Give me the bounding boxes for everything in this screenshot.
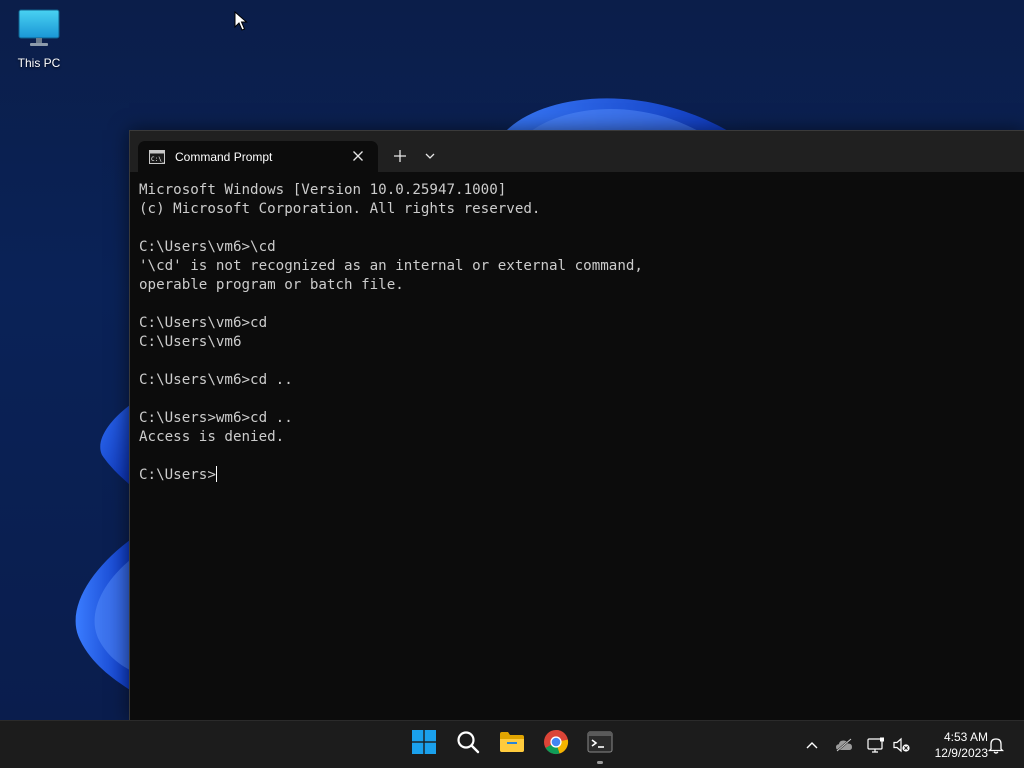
network-icon[interactable] xyxy=(867,736,885,754)
close-icon[interactable] xyxy=(350,148,366,164)
cmd-icon: C:\_ xyxy=(149,149,165,165)
chevron-up-icon[interactable] xyxy=(803,736,821,754)
chrome-button[interactable] xyxy=(541,729,571,759)
console-line: '\cd' is not recognized as an internal o… xyxy=(139,258,643,274)
clock-date: 12/9/2023 xyxy=(934,746,988,760)
chrome-icon xyxy=(543,729,569,759)
bell-icon[interactable] xyxy=(987,736,1005,754)
terminal-icon xyxy=(587,731,613,757)
desktop-icon-this-pc[interactable]: This PC xyxy=(10,8,68,78)
terminal-button[interactable] xyxy=(585,729,615,759)
folder-icon xyxy=(499,731,525,757)
prompt-text: C:\Users> xyxy=(139,467,216,483)
console-line: C:\Users\vm6>cd .. xyxy=(139,372,293,388)
monitor-icon xyxy=(17,8,61,52)
volume-muted-icon[interactable] xyxy=(893,736,911,754)
console-line: operable program or batch file. xyxy=(139,277,404,293)
file-explorer-button[interactable] xyxy=(497,729,527,759)
search-button[interactable] xyxy=(453,729,483,759)
running-indicator xyxy=(597,761,603,764)
desktop-icon-label: This PC xyxy=(17,56,61,70)
clock-time: 4:53 AM xyxy=(943,730,988,744)
prompt-line[interactable]: C:\Users> xyxy=(139,466,643,485)
console-area[interactable]: Microsoft Windows [Version 10.0.25947.10… xyxy=(130,172,1024,721)
console-line: Access is denied. xyxy=(139,429,285,445)
plus-icon[interactable] xyxy=(388,144,412,168)
console-output: Microsoft Windows [Version 10.0.25947.10… xyxy=(139,181,643,485)
system-clock[interactable]: 4:53 AM 12/9/2023 xyxy=(918,729,988,761)
tab-title: Command Prompt xyxy=(175,149,273,164)
terminal-window[interactable]: C:\_ Command Prompt Microsoft Windows [V… xyxy=(129,130,1024,721)
console-line: Microsoft Windows [Version 10.0.25947.10… xyxy=(139,182,507,198)
mouse-pointer-icon xyxy=(234,10,248,35)
tab-command-prompt[interactable]: C:\_ Command Prompt xyxy=(138,141,378,172)
windows-logo-icon xyxy=(412,730,436,758)
tab-bar: C:\_ Command Prompt xyxy=(130,131,1024,172)
text-caret xyxy=(215,466,217,482)
start-button[interactable] xyxy=(409,729,439,759)
console-line: C:\Users>wm6>cd .. xyxy=(139,410,293,426)
console-line: C:\Users\vm6>cd xyxy=(139,315,268,331)
svg-text:C:\_: C:\_ xyxy=(151,156,165,163)
console-line: C:\Users\vm6 xyxy=(139,334,242,350)
console-line: C:\Users\vm6>\cd xyxy=(139,239,276,255)
chevron-down-icon[interactable] xyxy=(418,144,442,168)
console-line: (c) Microsoft Corporation. All rights re… xyxy=(139,201,541,217)
onedrive-icon[interactable] xyxy=(835,736,853,754)
taskbar: 4:53 AM 12/9/2023 xyxy=(0,720,1024,768)
search-icon xyxy=(456,730,480,758)
